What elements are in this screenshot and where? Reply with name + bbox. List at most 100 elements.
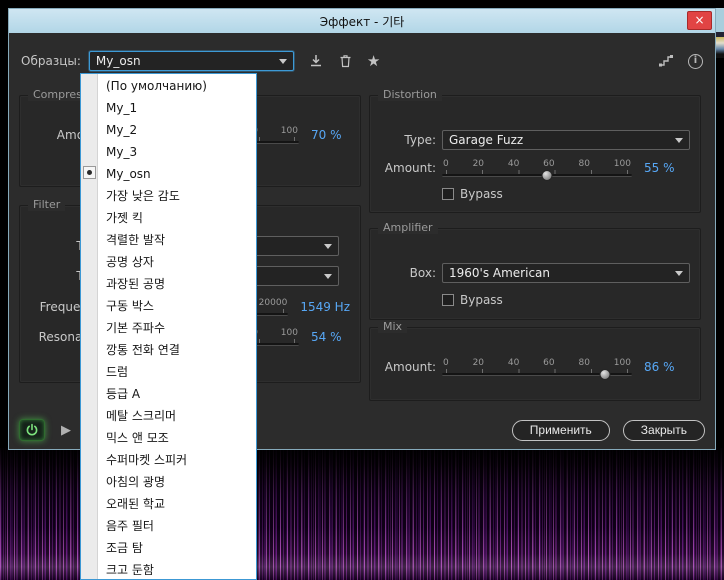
preset-option[interactable]: 드럼: [99, 361, 256, 383]
close-button[interactable]: ×: [687, 11, 712, 30]
amplifier-bypass-label: Bypass: [460, 293, 503, 307]
distortion-group: Distortion Type: Garage Fuzz Amount: 0 2…: [369, 95, 701, 213]
mix-amount-value: 86 %: [644, 360, 675, 374]
tick-label: 100: [281, 328, 298, 338]
tick-label: 60: [543, 159, 554, 169]
tick-label: 100: [281, 126, 298, 136]
dropdown-items: (По умолчанию) My_1 My_2 My_3 My_osn 가장 …: [99, 75, 256, 580]
mix-group-title: Mix: [378, 320, 407, 333]
preset-option[interactable]: 수퍼마켓 스피커: [99, 449, 256, 471]
tick-label: 20000: [259, 298, 288, 308]
distortion-type-combobox[interactable]: Garage Fuzz: [442, 130, 690, 150]
tick-label: 40: [508, 358, 519, 368]
preset-combobox[interactable]: My_osn: [89, 51, 294, 71]
distortion-amount-row: Amount: 0 20 40 60 80 100 55 %: [370, 159, 700, 177]
filter-resonance-value: 54 %: [311, 330, 342, 344]
presets-label: Образцы:: [21, 54, 81, 68]
compressor-amount-value: 70 %: [311, 128, 342, 142]
preset-option[interactable]: 기본 주파수: [99, 317, 256, 339]
distortion-amount-value: 55 %: [644, 161, 675, 175]
amplifier-group: Amplifier Box: 1960's American Bypass: [369, 228, 701, 320]
selected-preset-marker: [83, 166, 96, 179]
amplifier-box-combobox[interactable]: 1960's American: [442, 263, 690, 283]
power-icon: [25, 423, 39, 437]
amplifier-group-title: Amplifier: [378, 221, 438, 234]
close-icon: ×: [694, 13, 704, 27]
screen: Эффект - 기타 × Образцы: My_osn: [0, 0, 724, 580]
preset-option[interactable]: 격렬한 발작: [99, 229, 256, 251]
close-dialog-button[interactable]: Закрыть: [623, 420, 705, 441]
dialog-titlebar[interactable]: Эффект - 기타 ×: [9, 9, 715, 33]
preset-option[interactable]: 가장 낮은 감도: [99, 185, 256, 207]
preset-option[interactable]: My_3: [99, 141, 256, 163]
mix-amount-slider[interactable]: 0 20 40 60 80 100: [442, 358, 632, 376]
chevron-down-icon: [675, 138, 683, 143]
chevron-down-icon: [324, 274, 332, 279]
slider-handle[interactable]: [541, 170, 552, 181]
tick-label: 80: [578, 358, 589, 368]
filter-group-title: Filter: [28, 198, 65, 211]
info-icon: i: [688, 54, 703, 69]
preset-option[interactable]: 과장된 공명: [99, 273, 256, 295]
preset-option[interactable]: 가젯 킥: [99, 207, 256, 229]
preset-option[interactable]: 오래된 학교: [99, 493, 256, 515]
tick-label: 80: [578, 159, 589, 169]
slider-handle[interactable]: [600, 369, 611, 380]
info-button[interactable]: i: [688, 54, 703, 69]
distortion-bypass-row: Bypass: [370, 187, 700, 201]
preset-option[interactable]: 크고 둔함: [99, 559, 256, 580]
effect-power-toggle[interactable]: [19, 419, 45, 441]
filter-frequency-value: 1549 Hz: [300, 300, 350, 314]
distortion-bypass-label: Bypass: [460, 187, 503, 201]
save-preset-icon: [308, 53, 324, 69]
routing-icon: [658, 54, 674, 68]
preset-option[interactable]: 아침의 광명: [99, 471, 256, 493]
preset-option[interactable]: 조금 탐: [99, 537, 256, 559]
preset-option[interactable]: 믹스 앤 모조: [99, 427, 256, 449]
mix-amount-label: Amount:: [380, 360, 436, 374]
distortion-type-label: Type:: [380, 133, 436, 147]
distortion-type-row: Type: Garage Fuzz: [370, 130, 700, 150]
distortion-amount-label: Amount:: [380, 161, 436, 175]
amplifier-box-label: Box:: [380, 266, 436, 280]
preset-option[interactable]: 등급 A: [99, 383, 256, 405]
tick-label: 60: [543, 358, 554, 368]
preset-option-selected[interactable]: My_osn: [99, 163, 256, 185]
tick-label: 20: [473, 358, 484, 368]
distortion-amount-slider[interactable]: 0 20 40 60 80 100: [442, 159, 632, 177]
delete-preset-button[interactable]: [338, 53, 353, 69]
routing-button[interactable]: [658, 54, 674, 68]
chevron-down-icon: [675, 271, 683, 276]
preset-option[interactable]: My_1: [99, 97, 256, 119]
preview-play-button[interactable]: ▶: [61, 423, 71, 438]
preset-option[interactable]: 메탈 스크리머: [99, 405, 256, 427]
preset-option[interactable]: 음주 필터: [99, 515, 256, 537]
chevron-down-icon: [324, 244, 332, 249]
distortion-bypass-checkbox[interactable]: [442, 188, 454, 200]
amplifier-box-value: 1960's American: [449, 266, 550, 280]
trash-icon: [338, 53, 353, 69]
save-preset-button[interactable]: [308, 53, 324, 69]
background-window-artifact: [716, 8, 724, 58]
apply-button[interactable]: Применить: [512, 420, 610, 441]
distortion-group-title: Distortion: [378, 88, 442, 101]
tick-label: 40: [508, 159, 519, 169]
play-icon: ▶: [61, 423, 71, 438]
preset-option[interactable]: 구동 박스: [99, 295, 256, 317]
tick-label: 0: [443, 358, 449, 368]
favorite-button[interactable]: ★: [367, 54, 380, 69]
slider-track[interactable]: [442, 174, 632, 177]
preset-dropdown-list: (По умолчанию) My_1 My_2 My_3 My_osn 가장 …: [80, 73, 257, 580]
distortion-type-value: Garage Fuzz: [449, 133, 523, 147]
preset-option[interactable]: (По умолчанию): [99, 75, 256, 97]
preset-option[interactable]: My_2: [99, 119, 256, 141]
preset-option[interactable]: 공명 상자: [99, 251, 256, 273]
mix-group: Mix Amount: 0 20 40 60 80 100 86: [369, 327, 701, 401]
preset-option[interactable]: 깡통 전화 연결: [99, 339, 256, 361]
tick-label: 0: [443, 159, 449, 169]
chevron-down-icon: [279, 59, 287, 64]
presets-toolbar: Образцы: My_osn ★: [9, 47, 715, 75]
amplifier-bypass-checkbox[interactable]: [442, 294, 454, 306]
dialog-title: Эффект - 기타: [320, 13, 405, 30]
footer-buttons: Применить Закрыть: [512, 420, 705, 441]
